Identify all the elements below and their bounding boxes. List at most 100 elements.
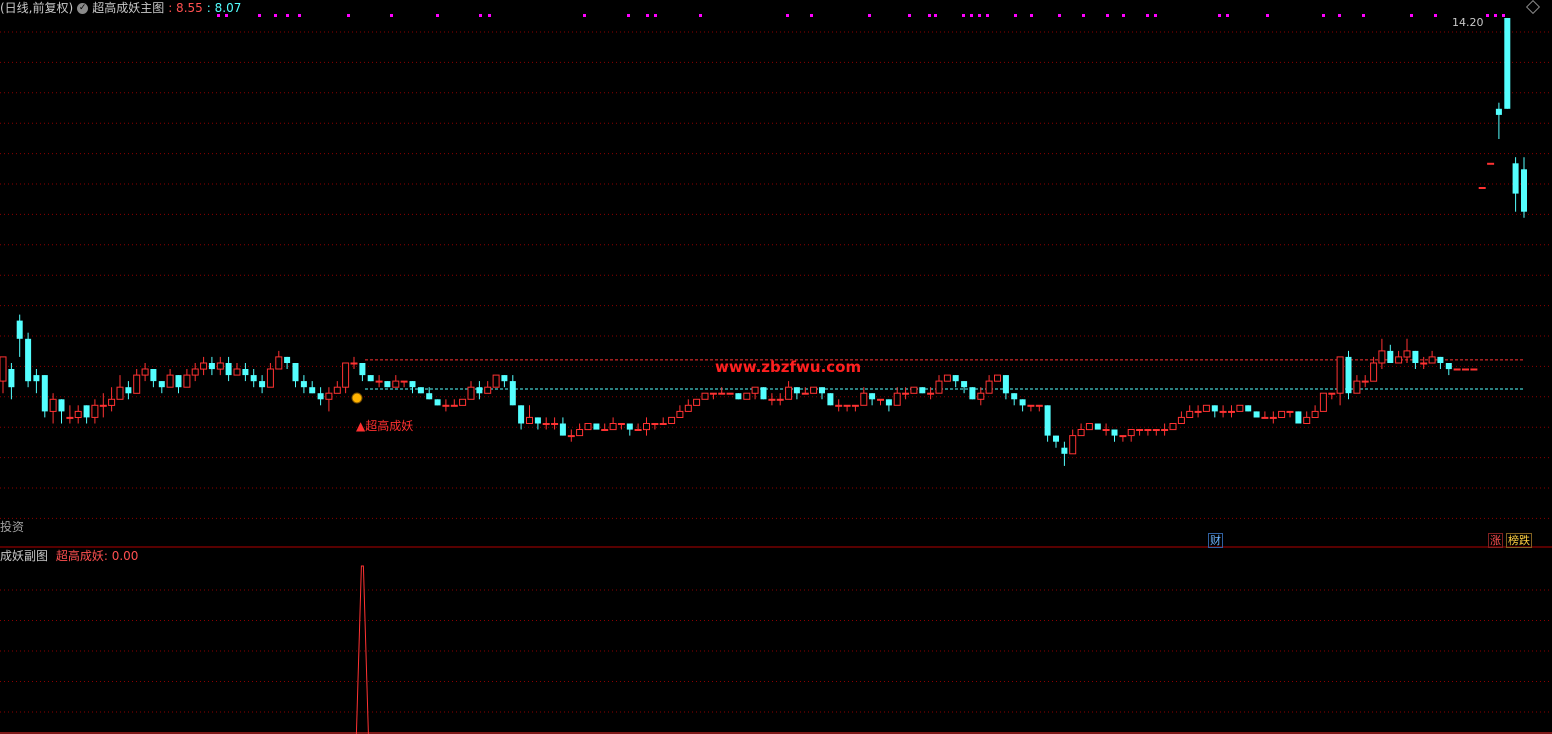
candle	[843, 404, 851, 412]
candle-body	[952, 375, 959, 382]
sub-indicator-label: 超高成妖	[55, 549, 104, 563]
candle-body	[1478, 187, 1486, 189]
candle	[484, 381, 492, 394]
candle	[1027, 404, 1035, 412]
candle-body	[1328, 392, 1336, 395]
candle	[442, 399, 450, 412]
candle	[1319, 392, 1327, 412]
candle-body	[392, 380, 400, 388]
rise-badge[interactable]: 涨	[1488, 533, 1503, 548]
candle	[384, 381, 391, 388]
candle	[1228, 405, 1235, 418]
candle-body	[1011, 393, 1018, 400]
candle	[952, 375, 959, 388]
candle-body	[910, 386, 918, 394]
candle-body	[1269, 416, 1277, 419]
candle-body	[1370, 362, 1378, 382]
candle	[601, 423, 609, 431]
candle-body	[693, 398, 701, 406]
candle-body	[534, 417, 541, 424]
candle	[1420, 356, 1428, 369]
signal-label: ▲超高成妖	[356, 418, 413, 433]
candle-body	[843, 404, 851, 407]
candle-body	[961, 381, 968, 388]
candle-body	[434, 399, 441, 406]
candle-body	[158, 381, 165, 388]
candle	[74, 405, 82, 424]
candle-body	[25, 338, 32, 382]
candle	[760, 387, 767, 400]
candle	[567, 429, 575, 442]
candle	[1102, 423, 1110, 436]
candle-body	[108, 398, 116, 406]
candle-body	[743, 392, 751, 400]
candle	[509, 375, 516, 406]
candle	[1186, 405, 1194, 418]
candle-body	[325, 392, 333, 400]
candle	[191, 363, 199, 382]
signal-dot	[810, 14, 813, 17]
rank-fall-badge[interactable]: 榜跌	[1506, 533, 1532, 548]
candle	[1053, 435, 1059, 448]
candle-body	[1228, 410, 1235, 413]
settings-chip-icon[interactable]: ✓	[77, 3, 89, 14]
candle-body	[1202, 404, 1210, 412]
candle-body	[216, 362, 224, 370]
candle	[617, 423, 625, 430]
candle	[1069, 429, 1077, 455]
candle	[200, 356, 208, 376]
candle	[66, 405, 74, 424]
candle	[869, 393, 876, 406]
signal-dot	[1218, 14, 1221, 17]
candle-body	[1002, 375, 1009, 394]
candle-body	[935, 380, 943, 394]
candle	[233, 363, 241, 376]
candle-body	[1119, 435, 1127, 438]
candle-body	[676, 410, 684, 418]
candle-body	[1019, 399, 1026, 406]
candle-body	[284, 356, 291, 363]
candle-body	[409, 381, 416, 388]
candle	[559, 417, 566, 436]
candle	[1353, 375, 1361, 394]
candle-body	[893, 392, 901, 406]
candle-body	[601, 429, 609, 431]
candle-body	[977, 392, 985, 400]
candle	[651, 423, 659, 430]
candle	[1370, 356, 1378, 382]
sub-chart-name[interactable]: 成妖副图	[0, 549, 48, 563]
signal-dot	[1030, 14, 1033, 17]
candle	[1269, 411, 1277, 424]
main-indicator-name[interactable]: 超高成妖主图	[92, 1, 164, 15]
candle	[259, 375, 266, 394]
candle-body	[1378, 350, 1386, 364]
finance-badge[interactable]: 财	[1208, 533, 1223, 548]
watermark-text: www.zbzfwu.com	[715, 358, 861, 376]
kline-chart[interactable]: www.zbzfwu.com ▲超高成妖	[0, 0, 1552, 734]
candle-body	[1136, 429, 1144, 431]
candle-body	[1085, 423, 1093, 431]
candle	[367, 375, 374, 382]
main-chart-header: (日线,前复权) ✓ 超高成妖主图: 8.55: 8.07	[0, 0, 245, 16]
candle-body	[1387, 350, 1394, 363]
candle	[275, 350, 283, 370]
candle	[250, 369, 257, 388]
candle-body	[1445, 363, 1452, 370]
period-label[interactable]: (日线,前复权)	[0, 1, 73, 15]
candle	[476, 381, 483, 400]
candle	[1211, 405, 1218, 418]
signal-dot	[583, 14, 586, 17]
candle	[1061, 441, 1068, 466]
candle-body	[275, 356, 283, 370]
candle-body	[626, 423, 633, 430]
value-b: : 8.07	[206, 1, 242, 15]
candle	[1428, 350, 1436, 364]
candle-body	[751, 386, 759, 394]
candle-body	[225, 363, 232, 376]
sub-indicator-panel	[0, 565, 1552, 734]
candle-body	[994, 374, 1001, 382]
candle-body	[1219, 410, 1227, 413]
candle	[609, 417, 617, 431]
candle-body	[1395, 356, 1403, 364]
candle	[125, 381, 132, 400]
